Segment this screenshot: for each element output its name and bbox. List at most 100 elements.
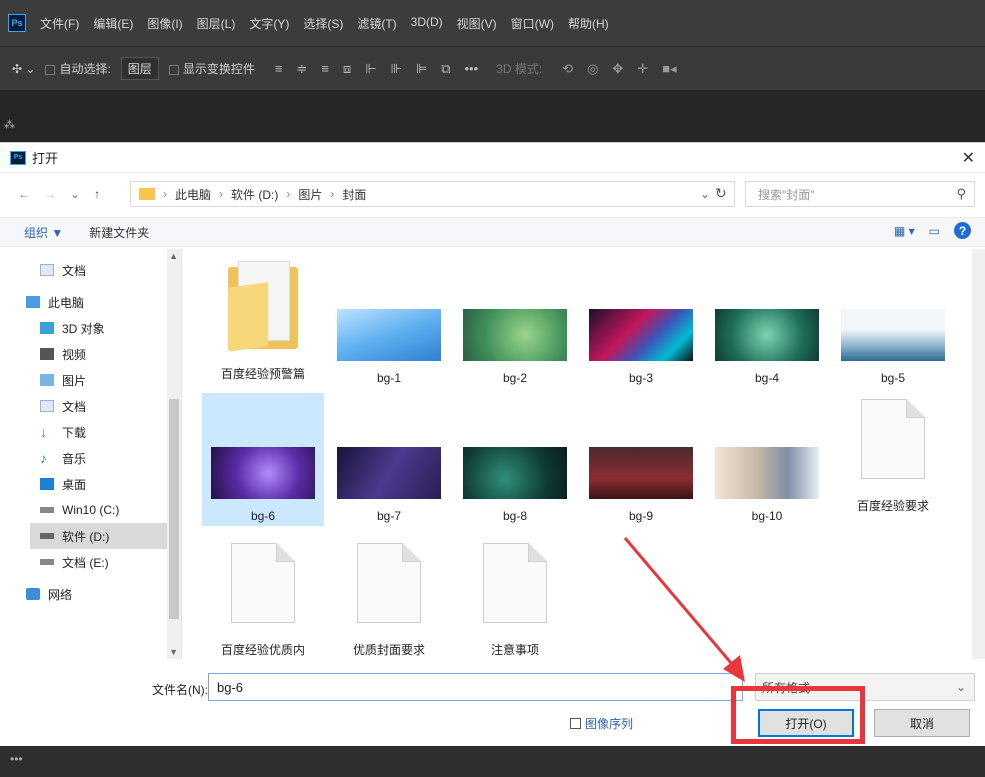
scroll-down-icon[interactable]: ▼: [169, 647, 178, 657]
sidebar-item-desktop[interactable]: 桌面: [40, 471, 86, 497]
file-item-bg-2[interactable]: bg-2: [454, 255, 576, 388]
menu-file[interactable]: 文件(F): [40, 15, 79, 32]
file-item-bg-1[interactable]: bg-1: [328, 255, 450, 388]
file-item-bg-6[interactable]: bg-6: [202, 393, 324, 526]
align-right-icon[interactable]: ⊫: [416, 61, 427, 77]
3d-camera-icon[interactable]: ■◂: [662, 61, 676, 77]
file-item-doc[interactable]: 优质封面要求: [328, 531, 450, 659]
3d-slide-icon[interactable]: ✛: [637, 61, 648, 77]
distribute-icon[interactable]: ⧈: [343, 61, 351, 77]
image-sequence-checkbox[interactable]: [570, 718, 581, 729]
file-list-scrollbar[interactable]: [972, 249, 985, 659]
refresh-icon[interactable]: ↻: [715, 185, 727, 202]
sidebar-item-this-pc[interactable]: 此电脑: [26, 289, 84, 315]
file-item-bg-10[interactable]: bg-10: [706, 393, 828, 526]
breadcrumb-this-pc[interactable]: 此电脑: [175, 186, 211, 203]
file-name: 百度经验预警篇: [220, 367, 305, 381]
sidebar-item-videos[interactable]: 视频: [40, 341, 86, 367]
auto-select-option[interactable]: 自动选择:: [45, 60, 111, 77]
file-item-doc[interactable]: 百度经验优质内: [202, 531, 324, 659]
file-item-bg-7[interactable]: bg-7: [328, 393, 450, 526]
new-folder-button[interactable]: 新建文件夹: [89, 224, 149, 241]
file-item-bg-8[interactable]: bg-8: [454, 393, 576, 526]
file-name: bg-4: [754, 371, 780, 385]
menu-view[interactable]: 视图(V): [457, 15, 497, 32]
filename-input[interactable]: bg-6: [208, 673, 743, 701]
help-icon[interactable]: ?: [954, 222, 971, 239]
move-tool-icon[interactable]: ✣ ⌄: [12, 62, 35, 76]
file-item-doc[interactable]: 注意事项: [454, 531, 576, 659]
sidebar-item-documents-2[interactable]: 文档: [40, 393, 86, 419]
sidebar-item-3d-objects[interactable]: 3D 对象: [40, 315, 105, 341]
image-thumbnail: [463, 309, 567, 361]
3d-pan-icon[interactable]: ✥: [612, 61, 623, 77]
sidebar-scrollbar[interactable]: ▲ ▼: [167, 249, 181, 659]
distribute-h-icon[interactable]: ⧉: [441, 61, 450, 77]
file-item-bg-3[interactable]: bg-3: [580, 255, 702, 388]
sidebar-item-music[interactable]: ♪ 音乐: [40, 445, 86, 471]
image-thumbnail: [841, 309, 945, 361]
file-item-bg-5[interactable]: bg-5: [832, 255, 954, 388]
recent-dropdown-icon[interactable]: ⌄: [70, 187, 80, 201]
auto-select-checkbox[interactable]: [45, 64, 56, 75]
show-transform-checkbox[interactable]: [168, 64, 179, 75]
sidebar-scroll-thumb[interactable]: [169, 399, 179, 619]
menu-help[interactable]: 帮助(H): [568, 15, 609, 32]
file-item-doc[interactable]: 百度经验要求: [832, 393, 954, 526]
search-icon[interactable]: ⚲: [956, 186, 966, 202]
sidebar-item-drive-e[interactable]: 文档 (E:): [40, 549, 109, 575]
more-icon[interactable]: •••: [464, 61, 478, 77]
search-input[interactable]: 搜索"封面" ⚲: [745, 181, 975, 207]
up-icon[interactable]: ↑: [94, 187, 100, 201]
menu-window[interactable]: 窗口(W): [511, 15, 554, 32]
menu-type[interactable]: 文字(Y): [249, 15, 289, 32]
sidebar-item-drive-d[interactable]: 软件 (D:): [30, 523, 168, 549]
sidebar-item-drive-c[interactable]: Win10 (C:): [40, 497, 119, 523]
file-item-folder[interactable]: 百度经验预警篇: [202, 255, 324, 388]
preview-pane-icon[interactable]: ▭: [929, 224, 940, 238]
3d-roll-icon[interactable]: ◎: [587, 61, 598, 77]
menu-filter[interactable]: 滤镜(T): [357, 15, 396, 32]
breadcrumb-pictures[interactable]: 图片: [298, 186, 322, 203]
align-bottom-icon[interactable]: ≡: [321, 61, 329, 77]
breadcrumb-drive-d[interactable]: 软件 (D:): [231, 186, 278, 203]
forward-icon[interactable]: →: [44, 187, 56, 201]
align-hcenter-icon[interactable]: ⊪: [391, 61, 402, 77]
menu-select[interactable]: 选择(S): [303, 15, 343, 32]
menu-3d[interactable]: 3D(D): [411, 15, 443, 32]
chevron-down-icon[interactable]: ⌄: [700, 187, 710, 201]
menu-image[interactable]: 图像(I): [147, 15, 182, 32]
picture-icon: [40, 374, 54, 386]
file-name: bg-7: [376, 509, 402, 523]
sidebar-item-documents[interactable]: 文档: [40, 257, 86, 283]
close-icon[interactable]: ✕: [962, 148, 975, 168]
file-item-bg-9[interactable]: bg-9: [580, 393, 702, 526]
file-item-bg-4[interactable]: bg-4: [706, 255, 828, 388]
address-bar[interactable]: › 此电脑 › 软件 (D:) › 图片 › 封面 ⌄: [130, 181, 735, 207]
menu-layer[interactable]: 图层(L): [197, 15, 236, 32]
align-top-icon[interactable]: ≡: [275, 61, 283, 77]
sidebar-item-downloads[interactable]: ↓ 下载: [40, 419, 86, 445]
align-left-icon[interactable]: ⊩: [365, 61, 376, 77]
cancel-button[interactable]: 取消: [874, 709, 970, 737]
sidebar-item-label: 音乐: [62, 451, 87, 466]
sidebar-item-label: 下载: [62, 425, 87, 440]
sidebar-item-label: 3D 对象: [62, 321, 105, 336]
align-vcenter-icon[interactable]: ≑: [296, 61, 307, 77]
breadcrumb-cover[interactable]: 封面: [342, 186, 366, 203]
desktop-icon: [40, 478, 54, 490]
sidebar-item-label: 桌面: [62, 477, 87, 492]
scroll-up-icon[interactable]: ▲: [169, 251, 178, 261]
sidebar-item-network[interactable]: 网络: [26, 581, 72, 607]
organize-button[interactable]: 组织 ▼: [24, 224, 63, 241]
image-sequence-option[interactable]: 图像序列: [570, 715, 633, 732]
sidebar-item-pictures[interactable]: 图片: [40, 367, 86, 393]
more-icon[interactable]: •••: [10, 752, 23, 766]
layer-select[interactable]: 图层: [120, 57, 159, 80]
view-options-icon[interactable]: ▦ ▾: [894, 224, 915, 238]
back-icon[interactable]: ←: [18, 187, 30, 201]
toolbar-grip-icon[interactable]: ⁂: [4, 118, 15, 131]
menu-edit[interactable]: 编辑(E): [93, 15, 133, 32]
show-transform-option[interactable]: 显示变换控件: [168, 60, 255, 77]
3d-rotate-icon[interactable]: ⟲: [562, 61, 573, 77]
